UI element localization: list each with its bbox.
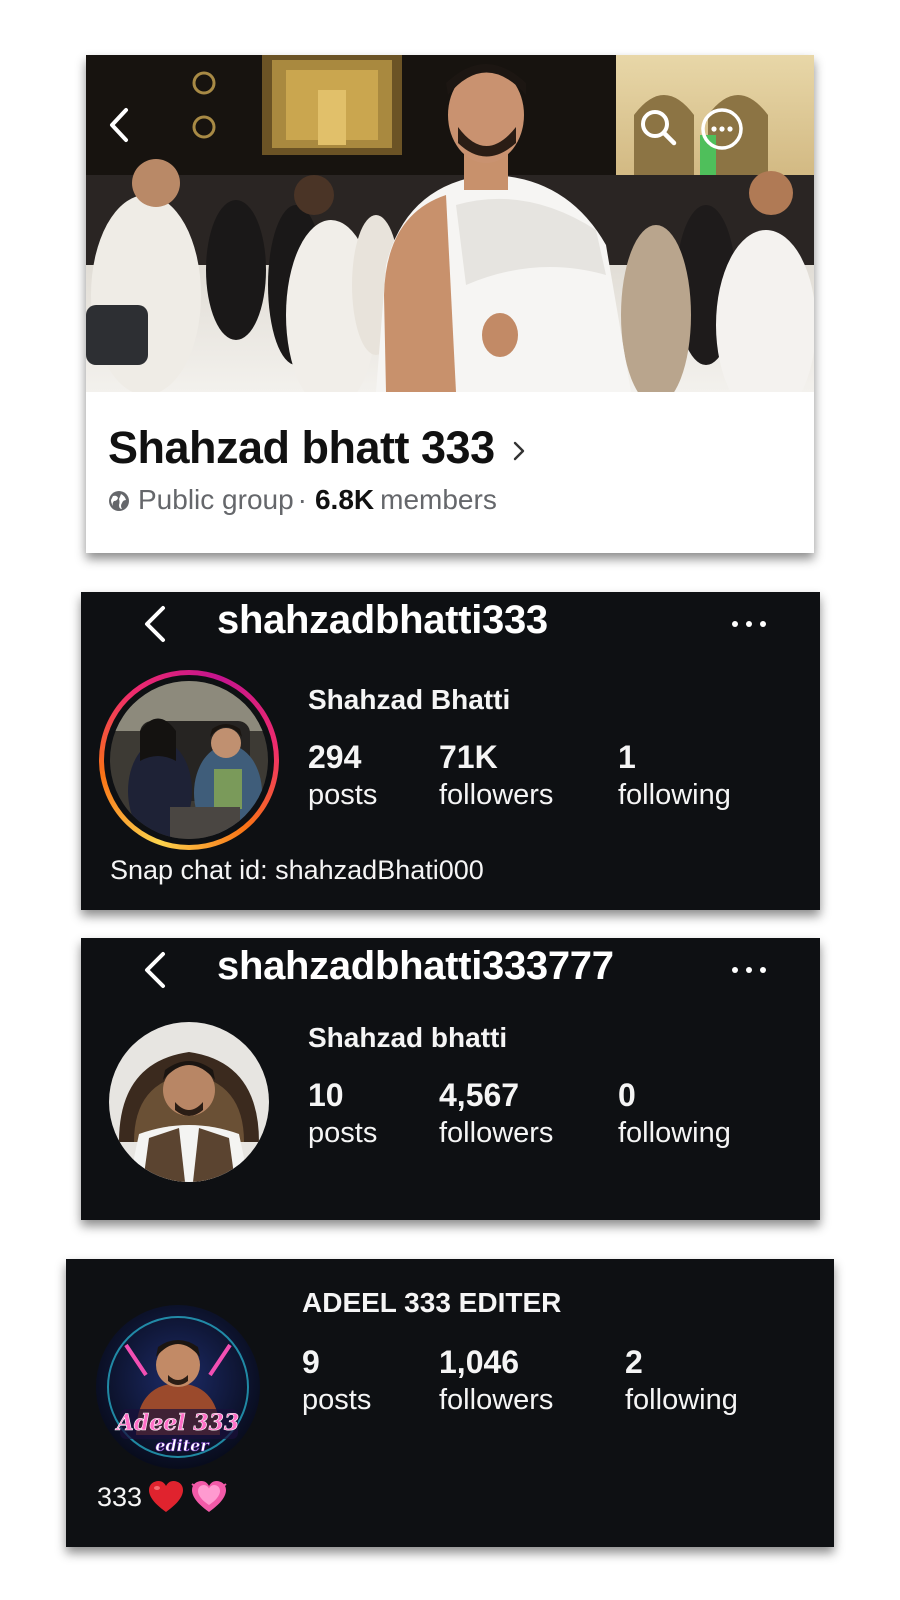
following-count: 0 bbox=[618, 1077, 636, 1113]
avatar[interactable] bbox=[99, 670, 279, 850]
group-cover-photo bbox=[86, 55, 814, 392]
followers-count: 4,567 bbox=[439, 1077, 520, 1113]
followers-stat[interactable]: 71K followers bbox=[439, 738, 553, 814]
posts-stat[interactable]: 9 posts bbox=[302, 1343, 371, 1419]
more-options-button[interactable] bbox=[700, 107, 744, 151]
back-icon[interactable] bbox=[137, 602, 171, 646]
following-label: following bbox=[618, 779, 731, 811]
avatar-logo-text: Adeel 333 bbox=[115, 1410, 239, 1436]
cover-photo-illustration bbox=[86, 55, 814, 392]
group-title-row[interactable]: Shahzad bhatt 333 bbox=[108, 422, 525, 474]
instagram-profile-card: shahzadbhatti333777 Shahzad bhatti 10 po… bbox=[81, 938, 820, 1220]
back-icon bbox=[110, 108, 128, 142]
profile-display-name: ADEEL 333 EDITER bbox=[302, 1287, 562, 1318]
posts-count: 10 bbox=[308, 1077, 344, 1113]
red-heart-emoji bbox=[149, 1481, 184, 1512]
globe-icon bbox=[109, 491, 129, 511]
following-stat[interactable]: 0 following bbox=[618, 1076, 731, 1152]
avatar[interactable]: Adeel 333 editer bbox=[96, 1305, 260, 1469]
member-label[interactable]: members bbox=[380, 484, 497, 516]
more-options-icon bbox=[701, 108, 743, 150]
profile-bio: 333 bbox=[97, 1479, 228, 1515]
chevron-right-icon bbox=[513, 441, 524, 461]
member-count[interactable]: 6.8K bbox=[315, 484, 374, 516]
following-count: 1 bbox=[618, 739, 636, 775]
meta-separator: · bbox=[297, 484, 307, 515]
back-button[interactable] bbox=[108, 107, 152, 151]
following-count: 2 bbox=[625, 1344, 643, 1380]
search-button[interactable] bbox=[638, 107, 682, 151]
more-dots-icon[interactable] bbox=[732, 964, 766, 976]
avatar-photo bbox=[110, 681, 268, 839]
group-privacy: Public group bbox=[138, 484, 294, 515]
following-stat[interactable]: 1 following bbox=[618, 738, 731, 814]
story-ring bbox=[99, 670, 279, 850]
pink-heart-emoji bbox=[191, 1481, 227, 1512]
avatar[interactable] bbox=[109, 1022, 269, 1182]
avatar-photo: Adeel 333 editer bbox=[96, 1305, 260, 1469]
followers-count: 71K bbox=[439, 739, 498, 775]
search-icon bbox=[641, 110, 677, 146]
followers-stat[interactable]: 4,567 followers bbox=[439, 1076, 553, 1152]
group-info: Shahzad bhatt 333 Public group · 6.8K me… bbox=[86, 392, 814, 553]
posts-count: 9 bbox=[302, 1344, 320, 1380]
posts-stat[interactable]: 294 posts bbox=[308, 738, 377, 814]
back-icon[interactable] bbox=[137, 948, 171, 992]
avatar-photo bbox=[109, 1022, 269, 1182]
profile-header: shahzadbhatti333777 bbox=[81, 938, 820, 998]
posts-label: posts bbox=[308, 779, 378, 811]
instagram-profile-card: shahzadbhatti333 Shahzad Bhatti 294 post… bbox=[81, 592, 820, 910]
following-label: following bbox=[625, 1384, 738, 1416]
following-stat[interactable]: 2 following bbox=[625, 1343, 738, 1419]
group-meta: Public group · 6.8K members bbox=[108, 484, 497, 516]
profile-header: shahzadbhatti333 bbox=[81, 592, 820, 652]
bio-text: 333 bbox=[97, 1481, 143, 1512]
posts-label: posts bbox=[308, 1117, 378, 1149]
group-title: Shahzad bhatt 333 bbox=[108, 422, 495, 473]
followers-stat[interactable]: 1,046 followers bbox=[439, 1343, 553, 1419]
profile-display-name: Shahzad Bhatti bbox=[308, 684, 511, 715]
followers-label: followers bbox=[439, 779, 554, 811]
svg-text:editer: editer bbox=[155, 1436, 210, 1455]
following-label: following bbox=[618, 1117, 731, 1149]
followers-count: 1,046 bbox=[439, 1344, 520, 1380]
profile-username: shahzadbhatti333 bbox=[217, 598, 548, 642]
instagram-profile-card: Adeel 333 editer ADEEL 333 EDITER 9 post… bbox=[66, 1259, 834, 1547]
posts-label: posts bbox=[302, 1384, 372, 1416]
followers-label: followers bbox=[439, 1117, 554, 1149]
facebook-group-card: Shahzad bhatt 333 Public group · 6.8K me… bbox=[86, 55, 814, 553]
profile-display-name: Shahzad bhatti bbox=[308, 1022, 508, 1053]
profile-bio: Snap chat id: shahzadBhati000 bbox=[110, 855, 484, 885]
profile-username: shahzadbhatti333777 bbox=[217, 944, 614, 988]
posts-stat[interactable]: 10 posts bbox=[308, 1076, 377, 1152]
followers-label: followers bbox=[439, 1384, 554, 1416]
more-dots-icon[interactable] bbox=[732, 618, 766, 630]
posts-count: 294 bbox=[308, 739, 362, 775]
